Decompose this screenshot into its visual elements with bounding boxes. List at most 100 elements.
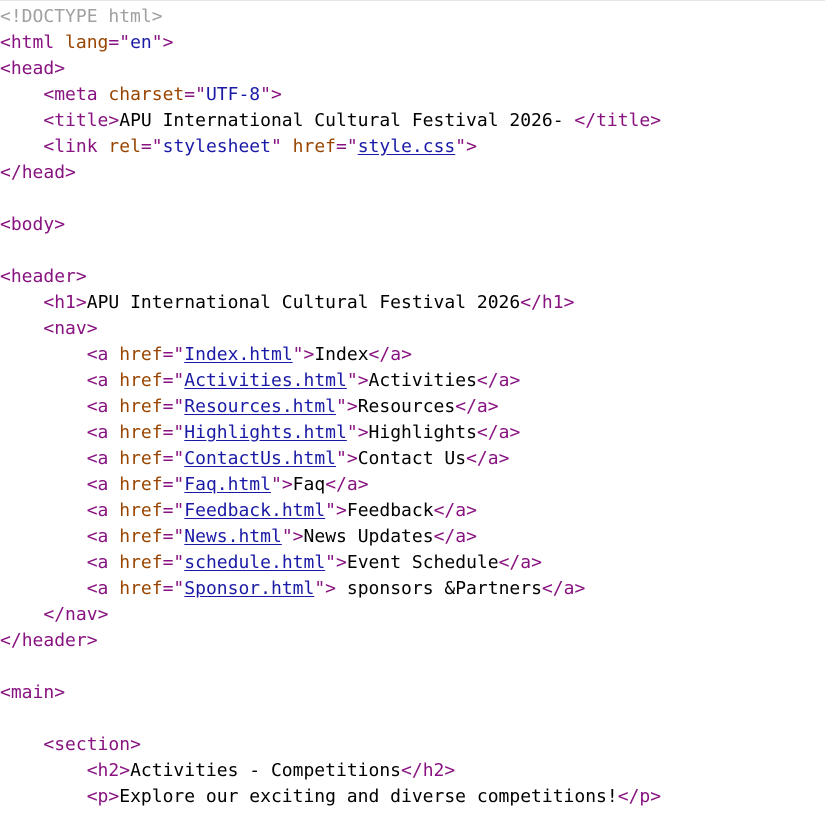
tag-bracket: > xyxy=(65,162,76,183)
attribute-value: UTF-8 xyxy=(205,84,261,105)
closing-tag-name: p xyxy=(639,786,651,807)
tag-bracket: < xyxy=(0,214,11,235)
tag-bracket: < xyxy=(0,266,11,287)
attribute-link[interactable]: Index.html xyxy=(184,344,292,365)
source-line: <html lang="en"> xyxy=(0,30,661,56)
tag-name: h2 xyxy=(97,760,120,781)
source-line xyxy=(0,706,661,732)
tag-name: section xyxy=(54,734,131,755)
tag-bracket: < xyxy=(0,682,11,703)
attribute-link[interactable]: Activities.html xyxy=(184,370,347,391)
source-line: </head> xyxy=(0,160,661,186)
tag-bracket: > xyxy=(336,552,347,573)
attribute-name: href xyxy=(119,396,163,417)
source-line: <body> xyxy=(0,212,661,238)
tag-bracket: > xyxy=(75,292,87,313)
tag-bracket: </ xyxy=(401,760,423,781)
tag-bracket: </ xyxy=(476,422,499,443)
source-code: <!DOCTYPE html> <html lang="en"> <head> <m… xyxy=(0,4,661,810)
tag-name: a xyxy=(97,552,109,573)
attribute-quote: =" xyxy=(162,500,185,521)
tag-bracket: < xyxy=(43,292,55,313)
attribute-name: href xyxy=(119,500,163,521)
attribute-quote: " xyxy=(336,448,347,469)
tag-bracket: > xyxy=(325,578,337,599)
tag-bracket: < xyxy=(86,396,98,417)
tag-name: main xyxy=(10,682,55,703)
tag-bracket: </ xyxy=(433,526,456,547)
tag-name: a xyxy=(97,396,109,417)
tag-name: a xyxy=(97,500,109,521)
tag-bracket: > xyxy=(119,760,131,781)
tag-name: a xyxy=(97,578,109,599)
tag-bracket: </ xyxy=(325,474,347,495)
attribute-link[interactable]: Highlights.html xyxy=(184,422,347,443)
tag-bracket: > xyxy=(444,760,456,781)
attribute-quote: " xyxy=(151,32,163,53)
attribute-link[interactable]: Sponsor.html xyxy=(184,578,314,599)
attribute-quote: =" xyxy=(162,448,185,469)
source-line: <a href="Feedback.html">Feedback</a> xyxy=(0,498,661,524)
attribute-name: href xyxy=(119,370,163,391)
source-line: <a href="Resources.html">Resources</a> xyxy=(0,394,661,420)
source-line: </nav> xyxy=(0,602,661,628)
tag-bracket: > xyxy=(86,318,98,339)
tag-bracket: > xyxy=(357,370,369,391)
tag-bracket: > xyxy=(54,682,66,703)
attribute-name: href xyxy=(119,526,163,547)
source-line: <h2>Activities - Competitions</h2> xyxy=(0,758,661,784)
attribute-link[interactable]: Faq.html xyxy=(184,474,271,495)
attribute-quote: =" xyxy=(162,578,185,599)
attribute-name: lang xyxy=(65,32,109,53)
tag-bracket: < xyxy=(86,526,98,547)
tag-bracket: > xyxy=(466,526,477,547)
closing-tag-name: title xyxy=(596,110,651,131)
tag-bracket: > xyxy=(574,578,586,599)
attribute-link[interactable]: Feedback.html xyxy=(184,500,325,521)
attribute-name: href xyxy=(119,552,163,573)
attribute-name: href xyxy=(119,578,163,599)
tag-bracket: > xyxy=(336,500,347,521)
attribute-link[interactable]: News.html xyxy=(184,526,282,547)
tag-bracket: </ xyxy=(43,604,66,625)
tag-bracket: </ xyxy=(466,448,488,469)
attribute-quote: " xyxy=(292,344,304,365)
tag-bracket: < xyxy=(86,448,98,469)
tag-bracket: < xyxy=(0,32,11,53)
source-line: <section> xyxy=(0,732,661,758)
attribute-link[interactable]: ContactUs.html xyxy=(184,448,336,469)
attribute-value: en xyxy=(130,32,152,53)
source-line: <a href="Activities.html">Activities</a> xyxy=(0,368,661,394)
source-line: <h1>APU International Cultural Festival … xyxy=(0,290,661,316)
attribute-link[interactable]: style.css xyxy=(358,136,456,157)
attribute-link[interactable]: Resources.html xyxy=(184,396,336,417)
tag-bracket: > xyxy=(346,448,358,469)
element-text: Activities - Competitions xyxy=(130,760,402,781)
tag-bracket: </ xyxy=(498,552,521,573)
tag-name: a xyxy=(97,526,109,547)
attribute-quote: " xyxy=(346,370,358,391)
tag-bracket: > xyxy=(487,396,499,417)
element-text: Event Schedule xyxy=(346,552,499,573)
attribute-link[interactable]: schedule.html xyxy=(184,552,325,573)
tag-bracket: > xyxy=(75,266,87,287)
source-line: <p>Explore our exciting and diverse comp… xyxy=(0,784,661,810)
tag-bracket: > xyxy=(54,214,66,235)
tag-bracket: > xyxy=(563,292,575,313)
tag-bracket: </ xyxy=(368,344,391,365)
tag-bracket: </ xyxy=(541,578,564,599)
element-text: Explore our exciting and diverse competi… xyxy=(119,786,618,807)
tag-bracket: </ xyxy=(617,786,640,807)
source-line: <header> xyxy=(0,264,661,290)
tag-bracket: > xyxy=(270,84,282,105)
tag-bracket: > xyxy=(97,604,109,625)
tag-bracket: > xyxy=(303,344,315,365)
tag-bracket: < xyxy=(86,344,98,365)
tag-bracket: < xyxy=(43,110,55,131)
element-text: Highlights xyxy=(368,422,477,443)
attribute-quote: =" xyxy=(336,136,358,157)
element-text: APU International Cultural Festival 2026 xyxy=(86,292,521,313)
attribute-name: href xyxy=(292,136,337,157)
source-line: <a href="News.html">News Updates</a> xyxy=(0,524,661,550)
tag-bracket: < xyxy=(43,734,55,755)
